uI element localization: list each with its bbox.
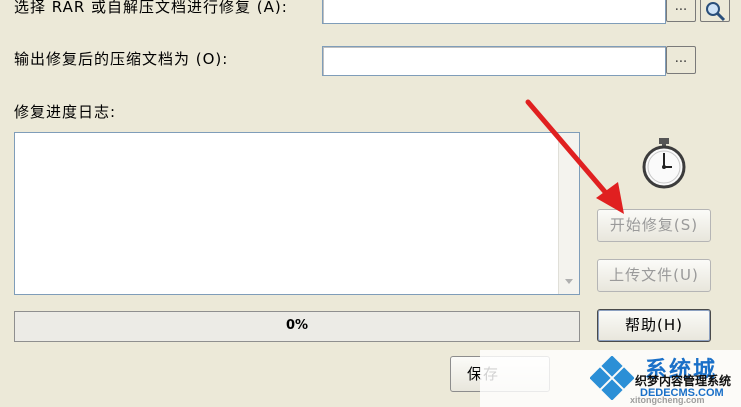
- stopwatch-icon: [642, 138, 686, 189]
- windows-logo-icon: [590, 356, 634, 400]
- select-archive-label: 选择 RAR 或自解压文档进行修复 (A):: [14, 0, 288, 16]
- help-button[interactable]: 帮助(H): [597, 309, 711, 342]
- select-archive-input[interactable]: [322, 0, 666, 24]
- progress-percent-text: 0%: [285, 318, 309, 333]
- watermark-overlay: 系统城 织梦内容管理系统 DEDECMS.COM xitongcheng.com: [480, 350, 741, 407]
- scroll-down-icon: [565, 279, 573, 284]
- annotation-arrow: [525, 99, 624, 214]
- output-archive-input[interactable]: [322, 46, 666, 76]
- repair-log-textarea[interactable]: [14, 132, 580, 295]
- find-button[interactable]: [700, 0, 730, 22]
- repair-log-label: 修复进度日志:: [14, 103, 117, 121]
- upload-file-button[interactable]: 上传文件(U): [597, 259, 711, 292]
- select-archive-browse-button[interactable]: ...: [666, 0, 696, 22]
- watermark-domain: xitongcheng.com: [630, 395, 705, 405]
- output-archive-browse-button[interactable]: ...: [666, 46, 696, 74]
- repair-progress-bar: 0%: [14, 311, 580, 342]
- output-archive-label: 输出修复后的压缩文档为 (O):: [14, 50, 229, 68]
- search-magnifier-icon: [706, 2, 726, 22]
